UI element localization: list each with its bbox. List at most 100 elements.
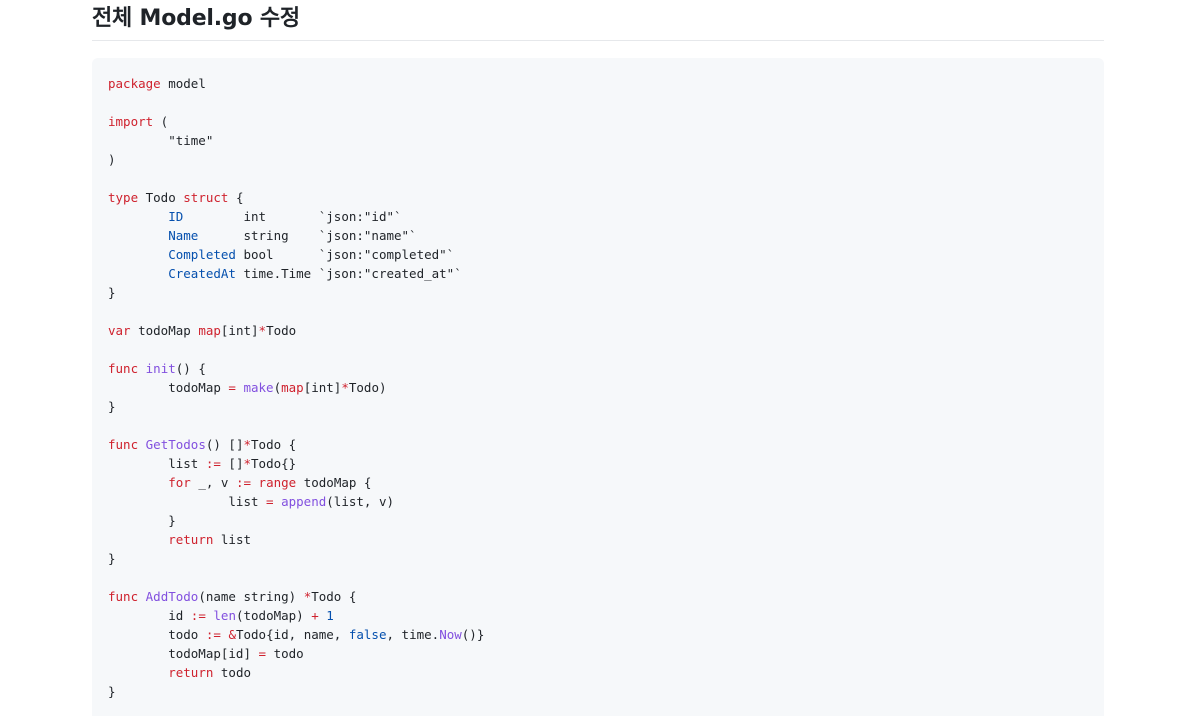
- code-token: [int]: [220, 323, 259, 338]
- code-line: }: [108, 682, 1088, 701]
- code-token: string `json:"name"`: [198, 228, 417, 243]
- code-line: ​: [108, 93, 1088, 112]
- code-token: append: [281, 494, 327, 509]
- code-line: }: [108, 397, 1088, 416]
- code-token: () {: [175, 361, 206, 376]
- code-line: var todoMap map[int]*Todo: [108, 321, 1088, 340]
- code-line: type Todo struct {: [108, 188, 1088, 207]
- code-token: :=: [205, 627, 221, 642]
- code-line: ​: [108, 302, 1088, 321]
- code-token: (list, v): [326, 494, 394, 509]
- code-token: }: [108, 399, 116, 414]
- code-token: :=: [205, 456, 221, 471]
- code-line: id := len(todoMap) + 1: [108, 606, 1088, 625]
- code-token: *: [258, 323, 267, 338]
- code-token: }: [108, 285, 116, 300]
- code-token: return: [168, 665, 214, 680]
- code-token: Todo: [266, 323, 297, 338]
- code-line: func GetTodos() []*Todo {: [108, 435, 1088, 454]
- code-token: [int]: [303, 380, 342, 395]
- code-line: for _, v := range todoMap {: [108, 473, 1088, 492]
- code-line: func init() {: [108, 359, 1088, 378]
- code-line: ​: [108, 340, 1088, 359]
- code-token: }: [108, 513, 176, 528]
- code-token: return: [168, 532, 214, 547]
- code-token: +: [311, 608, 319, 623]
- code-line: }: [108, 549, 1088, 568]
- code-token: }: [108, 551, 116, 566]
- page-title: 전체 Model.go 수정: [92, 6, 300, 31]
- code-token: ID: [168, 209, 184, 224]
- code-token: Name: [168, 228, 199, 243]
- code-token: range: [258, 475, 297, 490]
- code-token: () []: [205, 437, 244, 452]
- code-line: Completed bool `json:"completed"`: [108, 245, 1088, 264]
- code-token: :=: [190, 608, 206, 623]
- code-token: func: [108, 437, 139, 452]
- code-token: Todo): [348, 380, 387, 395]
- code-token: list: [213, 532, 252, 547]
- code-token: (name string): [198, 589, 304, 604]
- code-token: todo: [266, 646, 304, 661]
- code-token: *: [243, 437, 252, 452]
- code-token: todoMap: [108, 380, 229, 395]
- code-token: Todo: [138, 190, 184, 205]
- code-token: list: [108, 456, 206, 471]
- code-token: time.Time `json:"created_at"`: [235, 266, 462, 281]
- code-token: Todo {: [251, 437, 297, 452]
- code-token: struct: [183, 190, 229, 205]
- code-token: bool `json:"completed"`: [235, 247, 455, 262]
- code-token: model: [160, 76, 206, 91]
- code-line: ​: [108, 416, 1088, 435]
- code-token: =: [266, 494, 274, 509]
- code-token: "time": [108, 133, 214, 148]
- code-token: &: [228, 627, 236, 642]
- code-token: int `json:"id"`: [183, 209, 402, 224]
- code-token: ): [108, 152, 116, 167]
- code-token: map: [198, 323, 221, 338]
- code-line: import (: [108, 112, 1088, 131]
- code-token: func: [108, 361, 139, 376]
- code-token: false: [348, 627, 387, 642]
- code-line: "time": [108, 131, 1088, 150]
- code-token: =: [258, 646, 267, 661]
- code-line: CreatedAt time.Time `json:"created_at"`: [108, 264, 1088, 283]
- code-token: Completed: [168, 247, 236, 262]
- code-token: 1: [326, 608, 334, 623]
- code-token: make: [243, 380, 274, 395]
- code-block: package model​import ( "time")​type Todo…: [92, 58, 1104, 716]
- section-heading: 전체 Model.go 수정: [92, 0, 1104, 41]
- code-token: init: [145, 361, 176, 376]
- code-line: Name string `json:"name"`: [108, 226, 1088, 245]
- code-line: todo := &Todo{id, name, false, time.Now(…: [108, 625, 1088, 644]
- code-token: map: [281, 380, 304, 395]
- code-token: Todo{id, name,: [235, 627, 349, 642]
- code-token: , time.: [386, 627, 440, 642]
- code-token: package: [108, 76, 161, 91]
- code-token: (: [153, 114, 169, 129]
- code-line: package model: [108, 74, 1088, 93]
- code-line: }: [108, 283, 1088, 302]
- code-line: ): [108, 150, 1088, 169]
- code-token: []: [220, 456, 244, 471]
- code-token: todo: [108, 627, 206, 642]
- code-token: *: [341, 380, 349, 395]
- code-token: Now: [439, 627, 462, 642]
- code-token: type: [108, 190, 139, 205]
- code-line: todoMap[id] = todo: [108, 644, 1088, 663]
- code-content: package model​import ( "time")​type Todo…: [108, 74, 1088, 701]
- code-line: ​: [108, 169, 1088, 188]
- code-token: len: [213, 608, 236, 623]
- code-token: _, v: [190, 475, 236, 490]
